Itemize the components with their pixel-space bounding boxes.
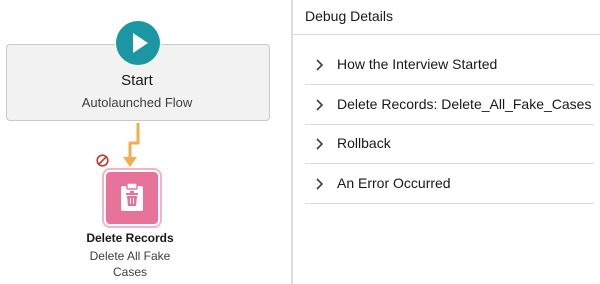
panel-title: Debug Details xyxy=(305,8,393,24)
panel-header: Debug Details xyxy=(293,0,600,35)
flow-connector xyxy=(123,123,140,167)
delete-records-icon xyxy=(121,182,143,211)
chevron-right-icon xyxy=(316,59,324,71)
section-label: Delete Records: Delete_All_Fake_Cases xyxy=(337,96,592,112)
chevron-right-icon xyxy=(316,178,324,190)
play-icon xyxy=(116,21,160,65)
flow-canvas[interactable]: Start Autolaunched Flow Delete Records D… xyxy=(0,0,291,284)
start-title: Start xyxy=(121,72,153,89)
element-title: Delete Records xyxy=(86,231,174,245)
chevron-right-icon xyxy=(316,99,324,111)
element-subtitle-line1: Delete All Fake xyxy=(89,249,171,263)
section-label: An Error Occurred xyxy=(337,175,451,191)
no-entry-icon xyxy=(96,154,109,167)
element-subtitle-line2: Cases xyxy=(112,265,147,279)
section-label: How the Interview Started xyxy=(337,56,498,72)
element-subtitle: Delete All Fake Cases xyxy=(60,248,200,280)
section-delete-records[interactable]: Delete Records: Delete_All_Fake_Cases xyxy=(305,86,594,125)
delete-records-element[interactable] xyxy=(104,170,160,226)
chevron-right-icon xyxy=(316,138,324,150)
debug-details-panel: Debug Details How the Interview Started … xyxy=(293,0,600,284)
section-rollback[interactable]: Rollback xyxy=(305,125,594,164)
section-how-interview-started[interactable]: How the Interview Started xyxy=(305,46,594,85)
start-subtitle: Autolaunched Flow xyxy=(81,95,193,110)
section-label: Rollback xyxy=(337,135,391,151)
section-error-occurred[interactable]: An Error Occurred xyxy=(305,165,594,204)
